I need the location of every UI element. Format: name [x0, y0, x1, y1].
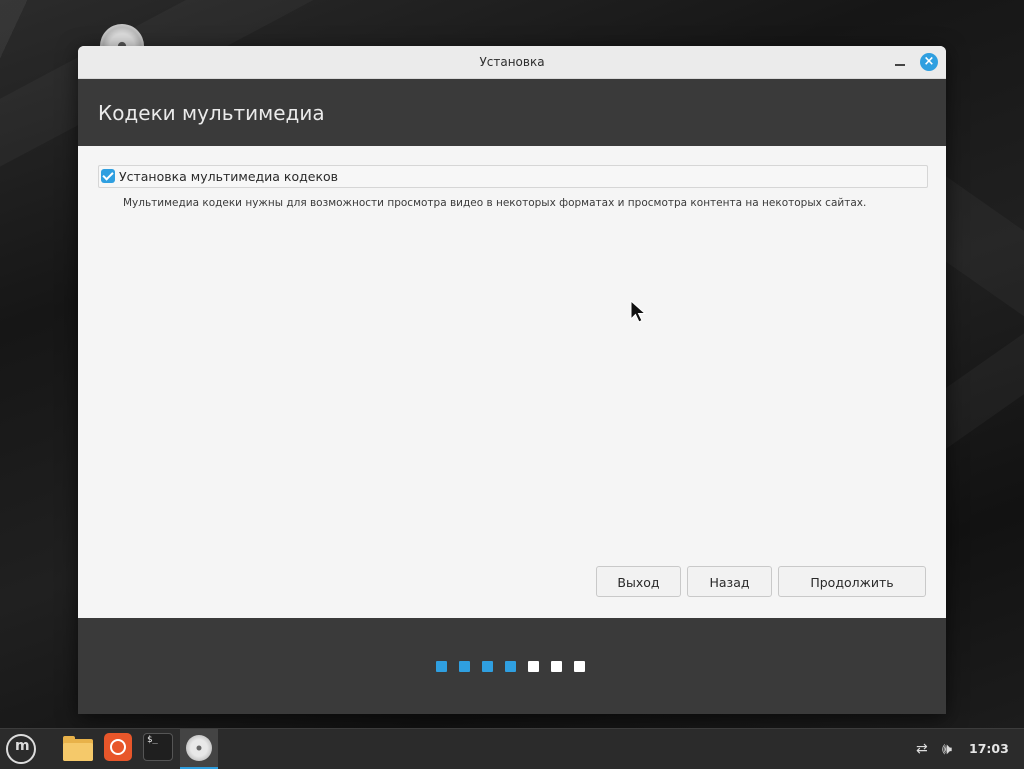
window-titlebar[interactable]: Установка ×: [78, 46, 946, 79]
progress-indicator: [436, 661, 585, 672]
progress-step-dot: [505, 661, 516, 672]
firefox-icon[interactable]: [104, 733, 136, 765]
window-title: Установка: [479, 55, 545, 69]
progress-footer: [78, 618, 946, 714]
minimize-icon[interactable]: [892, 54, 908, 70]
progress-step-dot: [551, 661, 562, 672]
continue-button[interactable]: Продолжить: [778, 566, 926, 597]
progress-step-dot: [459, 661, 470, 672]
clock[interactable]: 17:03: [969, 741, 1009, 756]
menu-icon[interactable]: [6, 734, 36, 764]
taskbar: $_ ⇄ 🕪 17:03: [0, 728, 1024, 769]
install-codecs-label[interactable]: Установка мультимедиа кодеков: [119, 169, 338, 184]
quit-button[interactable]: Выход: [596, 566, 681, 597]
installer-window: Установка × Кодеки мультимедиа Установка…: [78, 46, 946, 714]
close-icon[interactable]: ×: [920, 53, 938, 71]
page-header: Кодеки мультимедиа: [78, 79, 946, 146]
codecs-description: Мультимедиа кодеки нужны для возможности…: [123, 197, 867, 209]
page-title: Кодеки мультимедиа: [98, 101, 325, 125]
progress-step-dot: [482, 661, 493, 672]
files-icon[interactable]: [62, 733, 94, 765]
network-disconnected-icon[interactable]: ⇄: [916, 741, 928, 757]
installer-icon[interactable]: [180, 729, 218, 769]
volume-icon[interactable]: 🕪: [942, 739, 952, 759]
install-codecs-checkbox[interactable]: [101, 169, 115, 183]
progress-step-dot: [436, 661, 447, 672]
progress-step-dot: [574, 661, 585, 672]
page-content: Установка мультимедиа кодеков Мультимеди…: [78, 146, 946, 619]
install-codecs-checkbox-row[interactable]: Установка мультимедиа кодеков: [98, 165, 928, 188]
terminal-icon[interactable]: $_: [143, 733, 175, 765]
back-button[interactable]: Назад: [687, 566, 772, 597]
progress-step-dot: [528, 661, 539, 672]
